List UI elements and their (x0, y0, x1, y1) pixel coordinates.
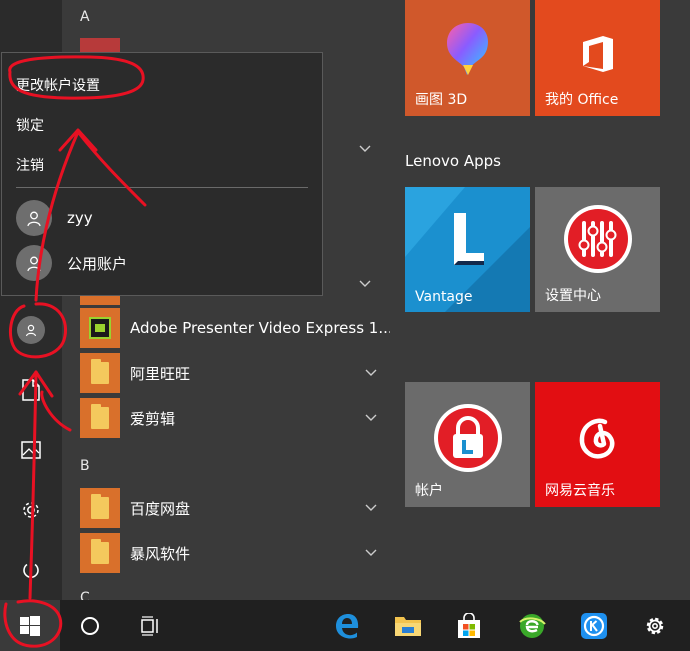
start-button[interactable] (0, 600, 60, 651)
power-button[interactable] (0, 546, 62, 594)
kugou-icon (581, 612, 607, 639)
folder-icon (80, 398, 120, 438)
user-account-button[interactable] (0, 306, 62, 354)
cortana-icon (81, 616, 99, 635)
tile-settings-center[interactable]: 设置中心 (535, 187, 660, 312)
letter-header-c[interactable]: C (80, 590, 90, 600)
windows-start-icon (20, 615, 40, 636)
taskbar (0, 600, 690, 651)
chevron-down-icon[interactable] (358, 276, 372, 290)
task-view-icon (141, 615, 158, 636)
pictures-button[interactable] (0, 426, 62, 474)
chevron-down-icon[interactable] (364, 500, 378, 514)
user-avatar-icon (16, 200, 52, 236)
account-menu: 更改帐户设置 锁定 注销 zyy 公用账户 (1, 52, 323, 296)
user-avatar-icon (16, 245, 52, 281)
paint3d-icon (405, 21, 530, 77)
store-taskbar-button[interactable] (441, 600, 497, 651)
pictures-icon (21, 441, 41, 459)
edge-taskbar-button[interactable] (319, 600, 375, 651)
cortana-button[interactable] (62, 600, 118, 651)
tile-netease-music[interactable]: 网易云音乐 (535, 382, 660, 507)
adobe-presenter-icon (80, 308, 120, 348)
chevron-down-icon[interactable] (364, 545, 378, 559)
partial-app-icon (80, 38, 120, 52)
tile-label: 帐户 (415, 483, 443, 499)
user-item-public[interactable]: 公用账户 (16, 244, 127, 282)
chevron-down-icon[interactable] (364, 365, 378, 379)
change-account-settings-item[interactable]: 更改帐户设置 (16, 75, 100, 95)
user-name: zyy (67, 209, 93, 227)
netease-music-icon (535, 416, 660, 462)
power-icon (23, 561, 39, 578)
file-explorer-icon (395, 616, 421, 636)
green-browser-icon (519, 613, 546, 638)
tile-label: 设置中心 (545, 288, 601, 304)
tile-label: 画图 3D (415, 92, 468, 108)
settings-button[interactable] (0, 486, 62, 534)
list-item[interactable]: 暴风软件 (80, 533, 390, 573)
user-avatar-icon (17, 316, 45, 344)
edge-icon (336, 613, 359, 639)
tile-label: Vantage (415, 289, 473, 305)
green-browser-taskbar-button[interactable] (504, 600, 560, 651)
settings-taskbar-button[interactable] (627, 600, 683, 651)
lock-item[interactable]: 锁定 (16, 115, 44, 135)
letter-header-a[interactable]: A (80, 9, 90, 25)
app-label: 爱剪辑 (130, 409, 176, 428)
documents-button[interactable] (0, 366, 62, 414)
task-view-button[interactable] (122, 600, 178, 651)
settings-gear-icon (646, 617, 664, 634)
tile-label: 我的 Office (545, 92, 619, 108)
user-name: 公用账户 (67, 254, 128, 273)
account-lock-icon (405, 402, 530, 474)
store-icon (458, 612, 480, 638)
vantage-icon (405, 213, 530, 265)
list-item[interactable]: 阿里旺旺 (80, 353, 390, 393)
list-item[interactable]: 爱剪辑 (80, 398, 390, 438)
tile-paint3d[interactable]: 画图 3D (405, 0, 530, 116)
file-explorer-taskbar-button[interactable] (380, 600, 436, 651)
tile-account[interactable]: 帐户 (405, 382, 530, 507)
divider (16, 187, 308, 188)
tile-my-office[interactable]: 我的 Office (535, 0, 660, 116)
tile-vantage[interactable]: Vantage (405, 187, 530, 312)
sign-out-item[interactable]: 注销 (16, 155, 44, 175)
kugou-taskbar-button[interactable] (566, 600, 622, 651)
gear-icon (23, 502, 39, 518)
chevron-down-icon[interactable] (364, 410, 378, 424)
folder-icon (80, 353, 120, 393)
list-item[interactable]: Adobe Presenter Video Express 1... (80, 308, 390, 348)
chevron-down-icon[interactable] (358, 141, 372, 155)
tile-label: 网易云音乐 (545, 483, 615, 499)
document-icon (22, 379, 40, 401)
app-label: 暴风软件 (130, 544, 191, 563)
office-icon (535, 35, 660, 73)
letter-header-b[interactable]: B (80, 458, 90, 474)
settings-center-icon (535, 203, 660, 275)
list-item[interactable]: 百度网盘 (80, 488, 390, 528)
folder-icon (80, 533, 120, 573)
user-item-zyy[interactable]: zyy (16, 199, 93, 237)
folder-icon (80, 488, 120, 528)
app-label: Adobe Presenter Video Express 1... (130, 319, 390, 337)
app-label: 阿里旺旺 (130, 364, 191, 383)
tile-group-title[interactable]: Lenovo Apps (405, 152, 501, 170)
app-label: 百度网盘 (130, 499, 191, 518)
